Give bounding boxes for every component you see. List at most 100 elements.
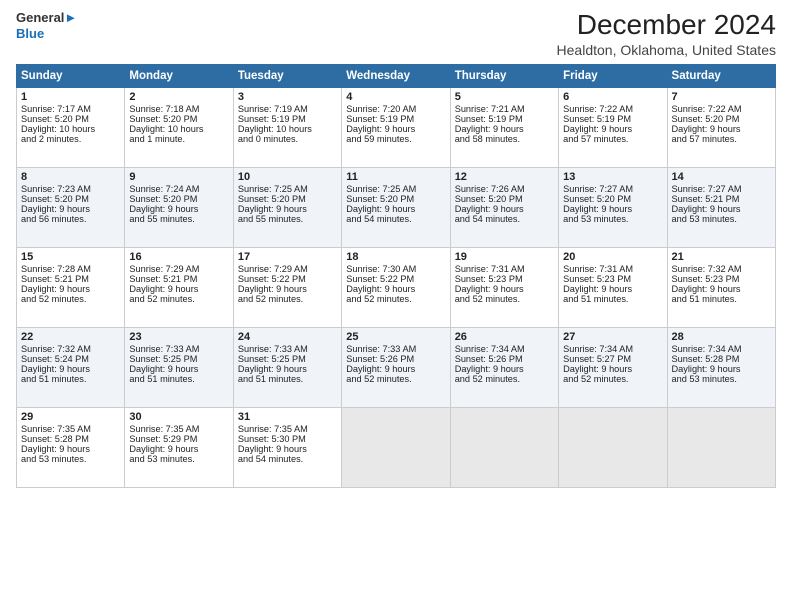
day-number: 13 [563,171,662,183]
day-info: Sunset: 5:20 PM [346,194,445,204]
calendar-cell: 5Sunrise: 7:21 AMSunset: 5:19 PMDaylight… [450,87,558,167]
day-info: and 52 minutes. [129,294,228,304]
day-info: Daylight: 9 hours [346,124,445,134]
day-info: and 51 minutes. [129,374,228,384]
calendar-cell [559,407,667,487]
day-info: Daylight: 9 hours [455,284,554,294]
day-info: Daylight: 9 hours [346,204,445,214]
calendar-cell: 8Sunrise: 7:23 AMSunset: 5:20 PMDaylight… [17,167,125,247]
day-info: Daylight: 9 hours [21,284,120,294]
day-info: Sunrise: 7:34 AM [672,344,771,354]
day-info: Sunset: 5:21 PM [672,194,771,204]
day-info: Sunset: 5:21 PM [21,274,120,284]
day-info: Sunrise: 7:32 AM [21,344,120,354]
day-info: and 57 minutes. [563,134,662,144]
calendar-table: SundayMondayTuesdayWednesdayThursdayFrid… [16,64,776,488]
calendar-cell: 19Sunrise: 7:31 AMSunset: 5:23 PMDayligh… [450,247,558,327]
day-info: Daylight: 9 hours [21,444,120,454]
main-title: December 2024 [557,10,776,41]
day-info: Daylight: 9 hours [129,204,228,214]
day-info: and 1 minute. [129,134,228,144]
header-cell-saturday: Saturday [667,64,775,87]
day-number: 19 [455,251,554,263]
day-number: 21 [672,251,771,263]
header-cell-thursday: Thursday [450,64,558,87]
calendar-cell: 2Sunrise: 7:18 AMSunset: 5:20 PMDaylight… [125,87,233,167]
day-number: 27 [563,331,662,343]
day-info: Sunrise: 7:31 AM [455,264,554,274]
day-info: Sunrise: 7:33 AM [129,344,228,354]
day-number: 5 [455,91,554,103]
header-cell-sunday: Sunday [17,64,125,87]
day-info: Daylight: 9 hours [238,364,337,374]
day-number: 14 [672,171,771,183]
day-info: Sunset: 5:23 PM [672,274,771,284]
day-info: Daylight: 10 hours [238,124,337,134]
day-number: 24 [238,331,337,343]
day-info: Daylight: 10 hours [129,124,228,134]
day-info: and 53 minutes. [672,214,771,224]
day-info: Sunset: 5:20 PM [129,114,228,124]
day-info: and 51 minutes. [563,294,662,304]
day-info: and 59 minutes. [346,134,445,144]
day-info: Daylight: 9 hours [563,284,662,294]
day-info: Sunrise: 7:33 AM [346,344,445,354]
day-info: and 2 minutes. [21,134,120,144]
header-row: SundayMondayTuesdayWednesdayThursdayFrid… [17,64,776,87]
day-number: 18 [346,251,445,263]
calendar-cell: 9Sunrise: 7:24 AMSunset: 5:20 PMDaylight… [125,167,233,247]
day-info: Sunset: 5:20 PM [21,114,120,124]
day-info: Daylight: 10 hours [21,124,120,134]
day-info: Sunrise: 7:29 AM [238,264,337,274]
calendar-cell: 13Sunrise: 7:27 AMSunset: 5:20 PMDayligh… [559,167,667,247]
day-info: Daylight: 9 hours [455,364,554,374]
day-info: Sunrise: 7:21 AM [455,104,554,114]
day-info: Daylight: 9 hours [563,364,662,374]
day-info: Daylight: 9 hours [672,284,771,294]
day-info: Daylight: 9 hours [129,364,228,374]
day-info: Sunrise: 7:19 AM [238,104,337,114]
day-info: Sunrise: 7:30 AM [346,264,445,274]
day-number: 8 [21,171,120,183]
calendar-cell: 7Sunrise: 7:22 AMSunset: 5:20 PMDaylight… [667,87,775,167]
calendar-cell: 17Sunrise: 7:29 AMSunset: 5:22 PMDayligh… [233,247,341,327]
calendar-cell: 3Sunrise: 7:19 AMSunset: 5:19 PMDaylight… [233,87,341,167]
day-info: Sunrise: 7:27 AM [672,184,771,194]
day-info: Sunrise: 7:27 AM [563,184,662,194]
day-info: Sunset: 5:27 PM [563,354,662,364]
day-info: and 52 minutes. [21,294,120,304]
header-cell-monday: Monday [125,64,233,87]
day-info: and 51 minutes. [21,374,120,384]
calendar-cell: 31Sunrise: 7:35 AMSunset: 5:30 PMDayligh… [233,407,341,487]
day-number: 1 [21,91,120,103]
day-info: and 51 minutes. [238,374,337,384]
calendar-week-4: 29Sunrise: 7:35 AMSunset: 5:28 PMDayligh… [17,407,776,487]
day-info: Daylight: 9 hours [563,204,662,214]
header-cell-friday: Friday [559,64,667,87]
calendar-cell: 20Sunrise: 7:31 AMSunset: 5:23 PMDayligh… [559,247,667,327]
calendar-cell: 14Sunrise: 7:27 AMSunset: 5:21 PMDayligh… [667,167,775,247]
day-number: 3 [238,91,337,103]
day-info: Sunset: 5:28 PM [672,354,771,364]
calendar-cell: 29Sunrise: 7:35 AMSunset: 5:28 PMDayligh… [17,407,125,487]
calendar-cell: 12Sunrise: 7:26 AMSunset: 5:20 PMDayligh… [450,167,558,247]
day-info: Daylight: 9 hours [455,124,554,134]
day-info: Sunset: 5:20 PM [129,194,228,204]
day-info: Sunrise: 7:33 AM [238,344,337,354]
header: General► Blue December 2024 Healdton, Ok… [16,10,776,58]
day-info: and 51 minutes. [672,294,771,304]
header-cell-wednesday: Wednesday [342,64,450,87]
calendar-cell: 4Sunrise: 7:20 AMSunset: 5:19 PMDaylight… [342,87,450,167]
calendar-cell: 24Sunrise: 7:33 AMSunset: 5:25 PMDayligh… [233,327,341,407]
calendar-week-2: 15Sunrise: 7:28 AMSunset: 5:21 PMDayligh… [17,247,776,327]
day-number: 12 [455,171,554,183]
day-info: Daylight: 9 hours [672,124,771,134]
day-info: Sunset: 5:23 PM [563,274,662,284]
calendar-cell: 10Sunrise: 7:25 AMSunset: 5:20 PMDayligh… [233,167,341,247]
day-number: 26 [455,331,554,343]
day-info: Sunset: 5:19 PM [346,114,445,124]
day-info: Daylight: 9 hours [238,204,337,214]
calendar-week-0: 1Sunrise: 7:17 AMSunset: 5:20 PMDaylight… [17,87,776,167]
day-info: Sunrise: 7:20 AM [346,104,445,114]
day-info: Sunrise: 7:22 AM [672,104,771,114]
